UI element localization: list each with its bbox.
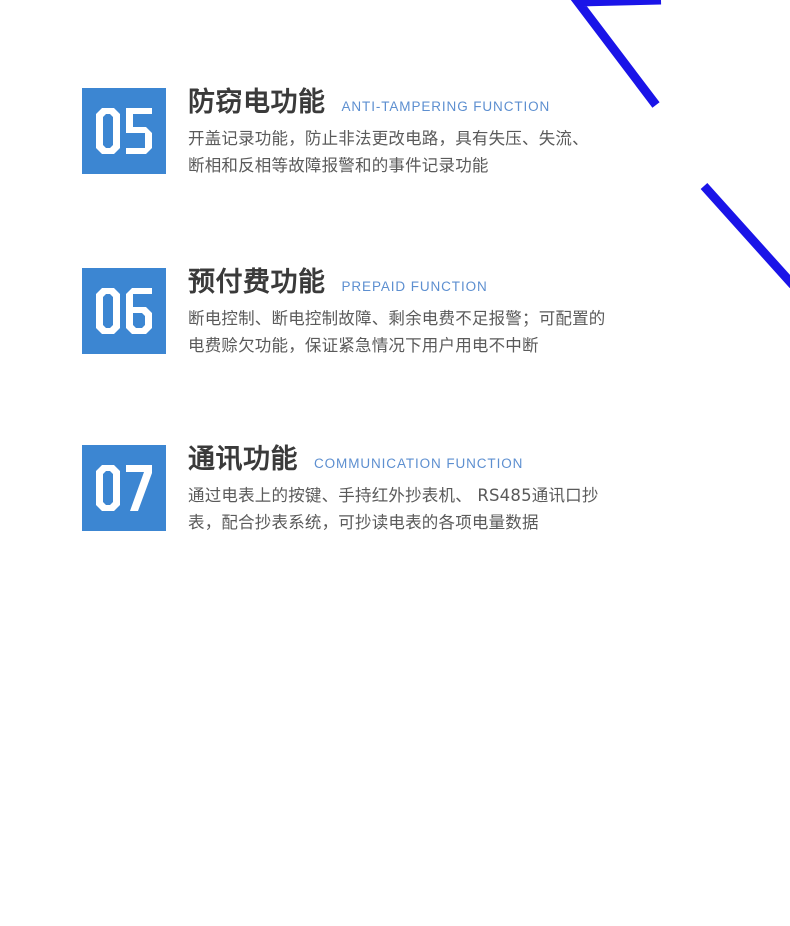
- bokeh-background: [0, 540, 790, 926]
- feature-desc-line: 表，配合抄表系统，可抄读电表的各项电量数据: [188, 513, 539, 533]
- digit-glyph-05: [96, 108, 152, 154]
- feature-desc-line: 断电控制、断电控制故障、剩余电费不足报警；可配置的: [188, 309, 606, 329]
- feature-title-en-06: PREPAID FUNCTION: [341, 279, 488, 294]
- number-badge-07: [82, 445, 166, 531]
- blue-chevron-line: [570, 0, 662, 108]
- feature-title-row-05: 防窃电功能 ANTI-TAMPERING FUNCTION: [188, 87, 589, 118]
- feature-body-07: 通讯功能 COMMUNICATION FUNCTION 通过电表上的按键、手持红…: [188, 445, 599, 537]
- feature-title-cn-06: 预付费功能: [188, 267, 326, 298]
- feature-desc-line: 通过电表上的按键、手持红外抄表机、 RS485通讯口抄: [188, 486, 599, 506]
- bokeh-photo: [0, 540, 790, 926]
- digit-glyph-07: [96, 465, 152, 511]
- night-city-bokeh-band: [0, 540, 790, 926]
- number-badge-05: [82, 88, 166, 174]
- feature-body-06: 预付费功能 PREPAID FUNCTION 断电控制、断电控制故障、剩余电费不…: [188, 268, 606, 360]
- feature-desc-line: 开盖记录功能，防止非法更改电路，具有失压、失流、: [188, 129, 589, 149]
- number-badge-06: [82, 268, 166, 354]
- feature-title-en-07: COMMUNICATION FUNCTION: [314, 456, 524, 471]
- feature-desc-line: 电费赊欠功能，保证紧急情况下用户用电不中断: [188, 336, 539, 356]
- feature-desc-05: 开盖记录功能，防止非法更改电路，具有失压、失流、 断相和反相等故障报警和的事件记…: [188, 126, 589, 179]
- feature-title-row-07: 通讯功能 COMMUNICATION FUNCTION: [188, 444, 599, 475]
- feature-block-07: 通讯功能 COMMUNICATION FUNCTION 通过电表上的按键、手持红…: [82, 445, 599, 537]
- feature-title-en-05: ANTI-TAMPERING FUNCTION: [341, 99, 551, 114]
- feature-title-cn-05: 防窃电功能: [188, 87, 326, 118]
- feature-body-05: 防窃电功能 ANTI-TAMPERING FUNCTION 开盖记录功能，防止非…: [188, 88, 589, 180]
- feature-title-row-06: 预付费功能 PREPAID FUNCTION: [188, 267, 606, 298]
- feature-desc-line: 断相和反相等故障报警和的事件记录功能: [188, 156, 489, 176]
- product-feature-page: 防窃电功能 ANTI-TAMPERING FUNCTION 开盖记录功能，防止非…: [0, 0, 790, 926]
- feature-desc-06: 断电控制、断电控制故障、剩余电费不足报警；可配置的 电费赊欠功能，保证紧急情况下…: [188, 306, 606, 359]
- feature-block-05: 防窃电功能 ANTI-TAMPERING FUNCTION 开盖记录功能，防止非…: [82, 88, 589, 180]
- feature-title-cn-07: 通讯功能: [188, 444, 298, 475]
- blue-diagonal-line: [700, 182, 790, 289]
- feature-block-06: 预付费功能 PREPAID FUNCTION 断电控制、断电控制故障、剩余电费不…: [82, 268, 606, 360]
- digit-glyph-06: [96, 288, 152, 334]
- feature-desc-07: 通过电表上的按键、手持红外抄表机、 RS485通讯口抄 表，配合抄表系统，可抄读…: [188, 483, 599, 536]
